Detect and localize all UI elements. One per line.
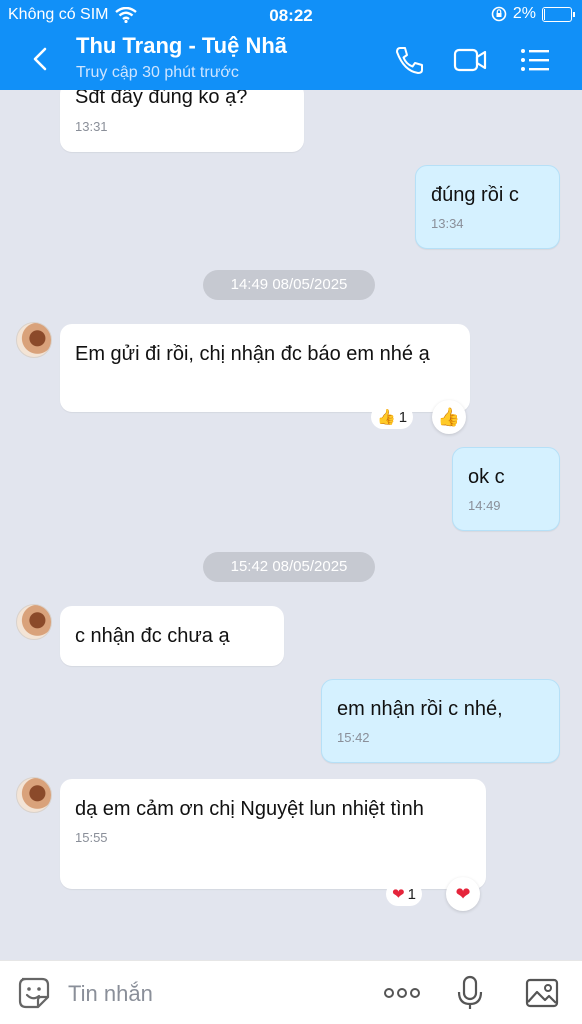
message-bubble-incoming[interactable]: c nhận đc chưa ạ xyxy=(60,606,284,666)
chat-header: Không có SIM 08:22 2% Thu Trang - Tuệ Nh… xyxy=(0,0,582,90)
status-bar: Không có SIM 08:22 2% xyxy=(0,0,582,30)
contact-avatar[interactable] xyxy=(16,604,52,640)
reaction-button[interactable]: 👍 xyxy=(432,400,466,434)
message-bubble-incoming[interactable]: Em gửi đi rồi, chị nhận đc báo em nhé ạ xyxy=(60,324,470,412)
message-bubble-outgoing[interactable]: em nhận rồi c nhé, 15:42 xyxy=(321,679,560,763)
contact-avatar[interactable] xyxy=(16,777,52,813)
heart-icon: ❤ xyxy=(455,883,471,904)
message-time: 14:49 xyxy=(468,498,501,513)
orientation-lock-icon xyxy=(491,6,507,22)
reaction-button[interactable]: ❤ xyxy=(446,877,480,911)
message-text: c nhận đc chưa ạ xyxy=(75,625,230,647)
more-options-icon[interactable] xyxy=(382,975,422,1011)
back-arrow-icon[interactable] xyxy=(26,44,56,74)
reaction-count: 1 xyxy=(398,408,408,426)
message-text: đúng rồi c xyxy=(431,184,519,206)
message-time: 13:34 xyxy=(431,216,464,231)
battery-icon xyxy=(542,6,575,22)
message-text: em nhận rồi c nhé, xyxy=(337,698,503,720)
date-separator: 14:49 08/05/2025 xyxy=(203,270,375,300)
message-text: Em gửi đi rồi, chị nhận đc báo em nhé ạ xyxy=(75,343,430,365)
menu-list-icon[interactable] xyxy=(518,44,552,76)
contact-name[interactable]: Thu Trang - Tuệ Nhã xyxy=(76,33,287,59)
message-text: dạ em cảm ơn chị Nguyệt lun nhiệt tình xyxy=(75,798,424,820)
contact-avatar[interactable] xyxy=(16,322,52,358)
last-seen-status: Truy cập 30 phút trước xyxy=(76,64,239,81)
heart-icon: ❤ xyxy=(392,886,405,903)
image-gallery-icon[interactable] xyxy=(524,975,560,1011)
message-bubble-incoming[interactable]: dạ em cảm ơn chị Nguyệt lun nhiệt tình 1… xyxy=(60,779,486,889)
message-input[interactable]: Tin nhắn xyxy=(68,981,153,1007)
reaction-summary[interactable]: 👍 1 xyxy=(371,405,414,429)
microphone-icon[interactable] xyxy=(452,975,488,1011)
message-time: 13:31 xyxy=(75,119,108,134)
message-time: 15:55 xyxy=(75,830,108,845)
battery-percent: 2% xyxy=(512,5,536,22)
video-call-icon[interactable] xyxy=(453,44,487,76)
message-bubble-outgoing[interactable]: đúng rồi c 13:34 xyxy=(415,165,560,249)
reaction-summary[interactable]: ❤ 1 xyxy=(386,882,422,906)
message-bubble-incoming[interactable]: Sđt đây đúng ko ạ? 13:31 xyxy=(60,90,304,152)
sticker-icon[interactable] xyxy=(16,975,52,1011)
message-text: ok c xyxy=(468,466,505,488)
phone-call-icon[interactable] xyxy=(392,44,426,76)
reaction-count: 1 xyxy=(407,885,416,903)
message-text: Sđt đây đúng ko ạ? xyxy=(75,90,248,108)
message-bubble-outgoing[interactable]: ok c 14:49 xyxy=(452,447,560,531)
thumbs-up-icon: 👍 xyxy=(437,406,461,427)
message-time: 15:42 xyxy=(337,730,370,745)
thumbs-up-icon: 👍 xyxy=(377,409,396,426)
message-list[interactable]: Sđt đây đúng ko ạ? 13:31 đúng rồi c 13:3… xyxy=(0,90,582,960)
date-separator: 15:42 08/05/2025 xyxy=(203,552,375,582)
message-input-bar: Tin nhắn xyxy=(0,960,582,1024)
